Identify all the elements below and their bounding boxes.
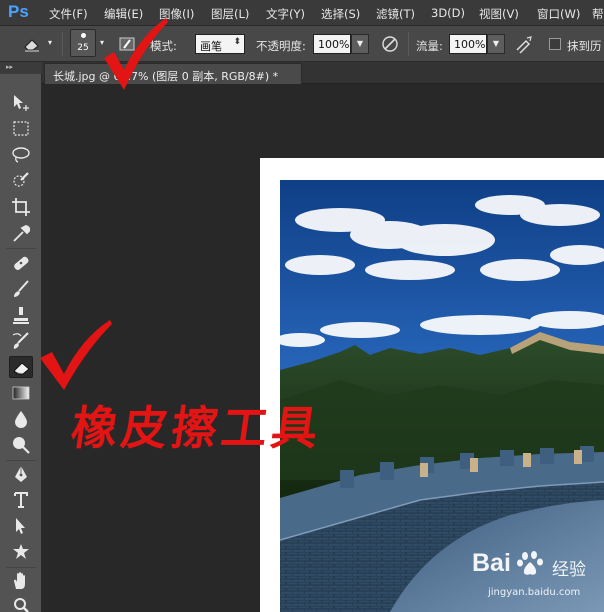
- dodge-tool[interactable]: [9, 434, 33, 456]
- opacity-dropdown-icon[interactable]: ▼: [351, 34, 369, 54]
- updown-icon: ⬍: [233, 37, 241, 47]
- flow-label: 流量:: [416, 39, 443, 53]
- opacity-value: 100%: [318, 38, 350, 51]
- eraser-preset-icon[interactable]: [22, 34, 42, 54]
- path-select-tool[interactable]: [9, 515, 33, 537]
- baidu-logo: Bai: [472, 549, 511, 577]
- dodge-icon: [13, 437, 30, 454]
- hand-tool[interactable]: [9, 570, 33, 592]
- eraser-tool[interactable]: [9, 356, 33, 378]
- pressure-opacity-icon[interactable]: [380, 34, 400, 54]
- flow-dropdown-icon[interactable]: ▼: [487, 34, 505, 54]
- type-tool[interactable]: [9, 489, 33, 511]
- clone-stamp-icon: [13, 307, 29, 324]
- erase-history-checkbox[interactable]: [549, 38, 561, 50]
- menu-filter[interactable]: 滤镜(T): [376, 6, 415, 22]
- history-brush-tool[interactable]: [9, 330, 33, 352]
- blur-tool[interactable]: [9, 408, 33, 430]
- shape-tool[interactable]: [9, 541, 33, 563]
- mode-select-value: 画笔: [200, 40, 222, 53]
- gradient-tool[interactable]: [9, 382, 33, 404]
- brush-size-value: 25: [77, 43, 89, 53]
- menu-file[interactable]: 文件(F): [49, 6, 88, 22]
- path-select-icon: [16, 518, 25, 534]
- flow-input[interactable]: 100%: [449, 34, 487, 54]
- brush-tip-icon: [81, 33, 86, 38]
- menu-window[interactable]: 窗口(W): [537, 6, 580, 22]
- menu-select[interactable]: 选择(S): [321, 6, 360, 22]
- crop-tool[interactable]: [9, 196, 33, 218]
- healing-brush-tool[interactable]: [9, 252, 33, 274]
- tools-panel-collapse[interactable]: ▸▸: [0, 62, 42, 74]
- eyedropper-tool[interactable]: [9, 222, 33, 244]
- eraser-icon: [13, 362, 30, 375]
- baidu-jingyan-label: 经验: [552, 560, 586, 580]
- zoom-icon: [14, 598, 29, 612]
- type-icon: [14, 492, 28, 508]
- baidu-watermark: Bai 经验 jingyan.baidu.com: [470, 545, 600, 605]
- baidu-paw-icon: [517, 551, 543, 575]
- zoom-tool[interactable]: [9, 594, 33, 612]
- move-icon: [14, 95, 29, 111]
- opacity-input[interactable]: 100%: [313, 34, 351, 54]
- mode-select[interactable]: 画笔 ⬍: [195, 34, 245, 54]
- marquee-icon: [13, 121, 29, 136]
- healing-brush-icon: [14, 256, 29, 270]
- lasso-tool[interactable]: [9, 144, 33, 166]
- eyedropper-icon: [13, 225, 31, 242]
- marquee-tool[interactable]: [9, 118, 33, 140]
- tools-divider: [6, 248, 36, 249]
- pen-icon: [15, 466, 27, 482]
- options-divider: [408, 32, 409, 56]
- menu-3d[interactable]: 3D(D): [431, 6, 465, 20]
- clone-stamp-tool[interactable]: [9, 304, 33, 326]
- checkmark-icon: [104, 18, 168, 90]
- tools-divider: [6, 460, 36, 461]
- tools-divider: [6, 567, 36, 568]
- pen-tool[interactable]: [9, 463, 33, 485]
- menu-type[interactable]: 文字(Y): [266, 6, 305, 22]
- opacity-label: 不透明度:: [256, 39, 306, 53]
- quick-select-icon: [13, 172, 29, 187]
- quick-select-tool[interactable]: [9, 170, 33, 192]
- erase-history-label: 抹到历: [567, 39, 602, 53]
- lasso-icon: [12, 147, 30, 163]
- menu-bar: Ps 文件(F) 编辑(E) 图像(I) 图层(L) 文字(Y) 选择(S) 滤…: [0, 0, 604, 26]
- airbrush-icon[interactable]: [514, 34, 534, 54]
- baidu-url: jingyan.baidu.com: [488, 587, 581, 598]
- brush-icon: [14, 280, 29, 297]
- menu-view[interactable]: 视图(V): [479, 6, 519, 22]
- crop-icon: [12, 198, 30, 216]
- options-divider: [62, 32, 63, 56]
- brush-size-preview[interactable]: 25: [70, 29, 96, 57]
- shape-icon: [13, 544, 29, 559]
- flow-value: 100%: [454, 38, 486, 51]
- checkmark-icon: [40, 320, 112, 390]
- brush-tool[interactable]: [9, 278, 33, 300]
- eraser-tool-annotation: 橡皮擦工具: [67, 401, 326, 455]
- preset-dropdown-icon[interactable]: ▾: [44, 34, 56, 54]
- document-tab[interactable]: 长城.jpg @ 66.7% (图层 0 副本, RGB/8#) *: [44, 63, 302, 84]
- menu-layer[interactable]: 图层(L): [211, 6, 249, 22]
- hand-icon: [14, 572, 25, 589]
- history-brush-icon: [12, 332, 29, 349]
- blur-icon: [15, 411, 27, 428]
- move-tool[interactable]: [9, 92, 33, 114]
- gradient-icon: [12, 386, 30, 400]
- photoshop-logo: Ps: [8, 2, 29, 21]
- menu-help[interactable]: 帮: [592, 6, 604, 22]
